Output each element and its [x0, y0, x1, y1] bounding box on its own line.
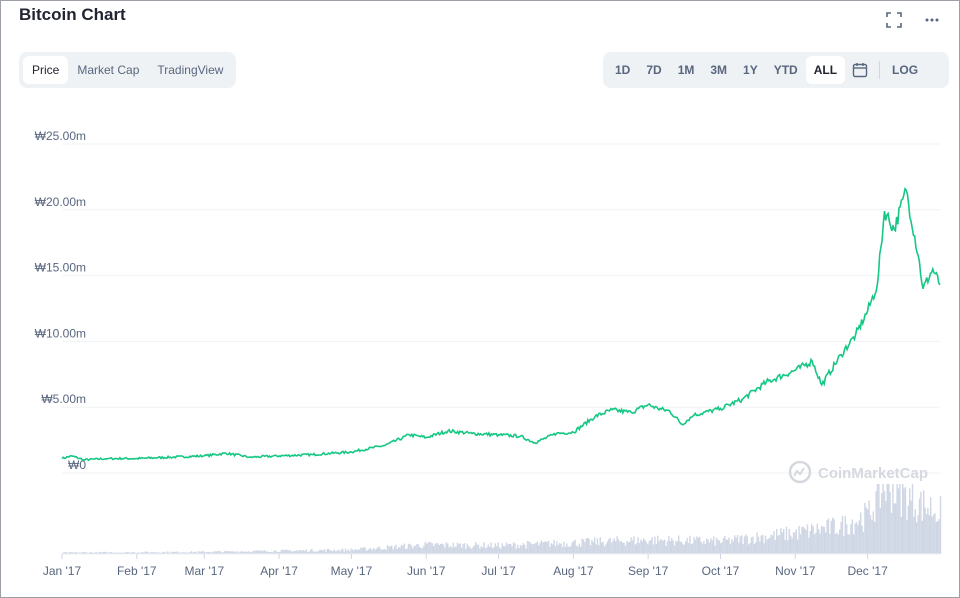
- page-title: Bitcoin Chart: [19, 5, 126, 24]
- range-all[interactable]: ALL: [805, 56, 846, 84]
- more-icon[interactable]: [924, 12, 940, 32]
- view-tabs: Price Market Cap TradingView: [19, 52, 237, 88]
- chart-toolbar-icons: [886, 12, 940, 32]
- tab-tradingview[interactable]: TradingView: [148, 56, 232, 84]
- range-1d[interactable]: 1D: [607, 56, 638, 84]
- tab-market-cap[interactable]: Market Cap: [68, 56, 148, 84]
- chart-card: [0, 0, 960, 598]
- range-3m[interactable]: 3M: [702, 56, 735, 84]
- fullscreen-icon[interactable]: [886, 12, 902, 32]
- tab-price[interactable]: Price: [23, 56, 69, 84]
- range-tabs: 1D 7D 1M 3M 1Y YTD ALL LOG: [603, 52, 949, 88]
- range-1m[interactable]: 1M: [670, 56, 703, 84]
- log-toggle[interactable]: LOG: [884, 56, 926, 84]
- range-ytd[interactable]: YTD: [766, 56, 806, 84]
- calendar-icon[interactable]: [851, 56, 869, 84]
- range-1y[interactable]: 1Y: [735, 56, 766, 84]
- range-7d[interactable]: 7D: [638, 56, 669, 84]
- divider: [879, 61, 881, 79]
